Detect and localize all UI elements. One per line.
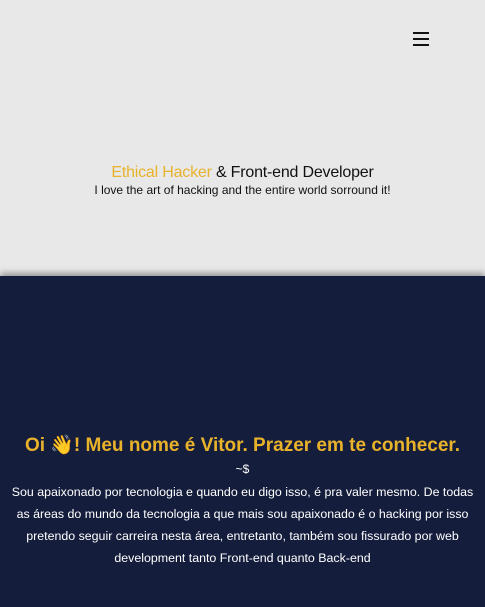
terminal-prompt: ~$ bbox=[235, 462, 250, 476]
hamburger-menu-icon bbox=[413, 32, 429, 46]
hero-text: Ethical Hacker & Front-end Developer I l… bbox=[0, 164, 485, 198]
about-description: Sou apaixonado por tecnologia e quando e… bbox=[11, 485, 474, 565]
about-section: Oi 👋! Meu nome é Vitor. Prazer em te con… bbox=[0, 276, 485, 607]
hero-title-rest: & Front-end Developer bbox=[211, 164, 374, 181]
hero-title-accent: Ethical Hacker bbox=[111, 164, 212, 181]
menu-button[interactable] bbox=[410, 30, 432, 48]
hero-section: Ethical Hacker & Front-end Developer I l… bbox=[0, 0, 485, 276]
about-title: Oi 👋! Meu nome é Vitor. Prazer em te con… bbox=[24, 435, 461, 456]
hero-title: Ethical Hacker & Front-end Developer bbox=[0, 164, 485, 182]
hero-subtitle: I love the art of hacking and the entire… bbox=[94, 183, 391, 197]
